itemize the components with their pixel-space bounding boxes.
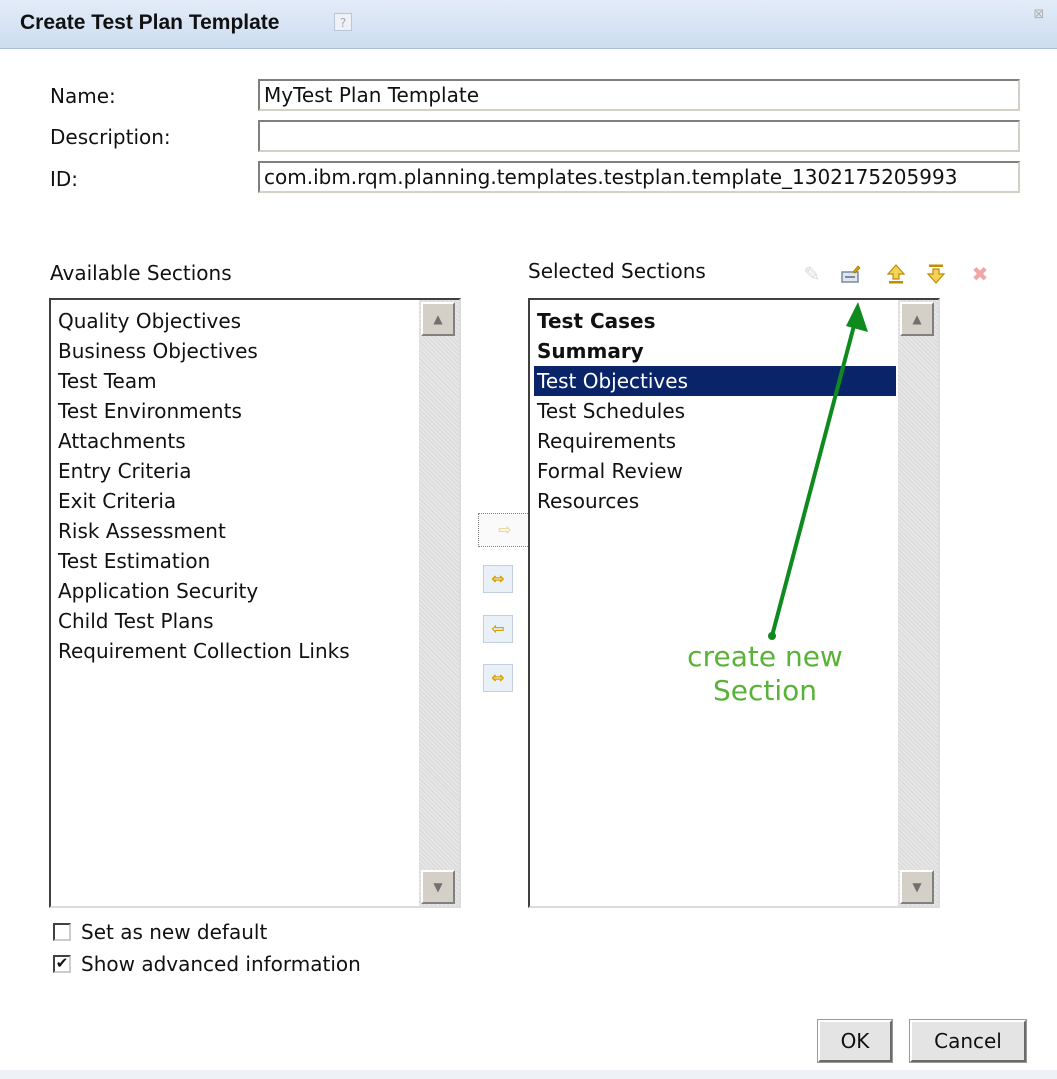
list-item[interactable]: Requirements <box>534 426 896 456</box>
ok-button[interactable]: OK <box>817 1019 893 1063</box>
list-item[interactable]: Formal Review <box>534 456 896 486</box>
remove-all-button[interactable]: ⇔ <box>483 664 513 692</box>
close-icon[interactable]: ⊠ <box>1032 8 1046 22</box>
set-default-option[interactable]: Set as new default <box>53 918 267 946</box>
scroll-down-button[interactable]: ▼ <box>421 870 455 904</box>
description-label: Description: <box>50 125 171 149</box>
add-button[interactable]: ⇨ <box>478 513 532 547</box>
list-item[interactable]: Resources <box>534 486 896 516</box>
set-default-checkbox[interactable] <box>53 922 71 941</box>
set-default-label: Set as new default <box>81 920 268 944</box>
id-label: ID: <box>50 167 79 191</box>
move-down-icon[interactable] <box>924 262 948 286</box>
list-item[interactable]: Business Objectives <box>55 336 417 366</box>
show-advanced-option[interactable]: ✔ Show advanced information <box>53 950 361 978</box>
scroll-up-button[interactable]: ▲ <box>421 302 455 336</box>
dialog-title: Create Test Plan Template <box>20 11 280 34</box>
list-item[interactable]: Exit Criteria <box>55 486 417 516</box>
annotation-line2: Section <box>712 674 818 707</box>
list-item[interactable]: Quality Objectives <box>55 306 417 336</box>
list-item[interactable]: Child Test Plans <box>55 606 417 636</box>
id-field[interactable]: com.ibm.rqm.planning.templates.testplan.… <box>258 161 1020 193</box>
show-advanced-checkbox[interactable]: ✔ <box>53 954 71 973</box>
list-item[interactable]: Attachments <box>55 426 417 456</box>
list-item[interactable]: Test Environments <box>55 396 417 426</box>
list-item[interactable]: Test Team <box>55 366 417 396</box>
new-section-icon[interactable] <box>839 262 863 286</box>
cancel-button[interactable]: Cancel <box>909 1019 1027 1063</box>
list-item[interactable]: Application Security <box>55 576 417 606</box>
selected-scrollbar[interactable]: ▲ ▼ <box>898 300 938 906</box>
selected-items: Test Cases Summary Test Objectives Test Sch… <box>534 306 896 516</box>
dialog-footer <box>0 1070 1057 1079</box>
scroll-down-button[interactable]: ▼ <box>900 870 934 904</box>
available-sections-list[interactable]: Quality Objectives Business Objectives Tes… <box>49 298 461 908</box>
annotation-text: create new Section <box>660 640 870 708</box>
available-items: Quality Objectives Business Objectives Tes… <box>55 306 417 666</box>
list-item[interactable]: Test Estimation <box>55 546 417 576</box>
pencil-icon[interactable]: ✎ <box>800 262 824 286</box>
move-up-icon[interactable] <box>884 262 908 286</box>
show-advanced-label: Show advanced information <box>81 952 361 976</box>
available-scrollbar[interactable]: ▲ ▼ <box>419 300 459 906</box>
help-icon[interactable]: ? <box>334 13 352 31</box>
list-item[interactable]: Test Schedules <box>534 396 896 426</box>
name-field[interactable]: MyTest Plan Template <box>258 79 1020 111</box>
available-sections-heading: Available Sections <box>50 261 232 285</box>
selected-sections-list[interactable]: Test Cases Summary Test Objectives Test Sch… <box>528 298 940 908</box>
name-label: Name: <box>50 84 116 108</box>
selected-sections-heading: Selected Sections <box>528 259 706 283</box>
description-field[interactable] <box>258 120 1020 152</box>
list-item[interactable]: Test Cases <box>534 306 896 336</box>
list-item[interactable]: Test Objectives <box>534 366 896 396</box>
scroll-up-button[interactable]: ▲ <box>900 302 934 336</box>
list-item[interactable]: Summary <box>534 336 896 366</box>
add-all-button[interactable]: ⇔ <box>483 565 513 593</box>
list-item[interactable]: Risk Assessment <box>55 516 417 546</box>
remove-button[interactable]: ⇦ <box>483 615 513 643</box>
delete-icon[interactable]: ✖ <box>968 262 992 286</box>
dialog-title-bar: Create Test Plan Template ? <box>0 0 1057 49</box>
list-item[interactable]: Requirement Collection Links <box>55 636 417 666</box>
list-item[interactable]: Entry Criteria <box>55 456 417 486</box>
annotation-line1: create new <box>687 640 843 673</box>
